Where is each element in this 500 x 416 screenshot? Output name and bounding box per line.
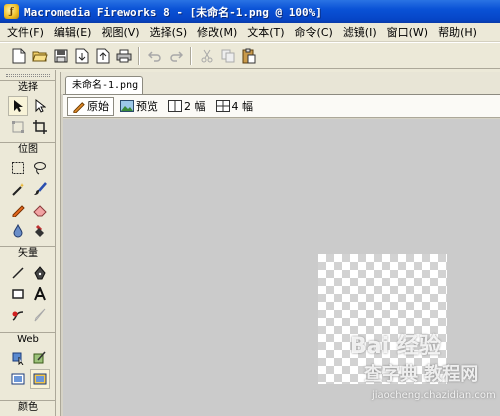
print-icon[interactable] (113, 45, 134, 66)
paste-icon[interactable] (238, 45, 259, 66)
blur-icon[interactable] (8, 221, 28, 241)
toolbar-separator (138, 46, 140, 65)
text-icon[interactable] (30, 284, 50, 304)
tools-section-colors: 颜色 (0, 400, 56, 415)
tools-section-bitmap: 位图 (0, 142, 56, 157)
import-icon[interactable] (71, 45, 92, 66)
view-2up-label: 2 幅 (184, 100, 206, 113)
view-preview-label: 预览 (136, 100, 158, 113)
open-folder-icon[interactable] (29, 45, 50, 66)
pencil-icon (73, 101, 85, 113)
menu-help[interactable]: 帮助(H) (433, 24, 482, 41)
section-title-vector: 矢量 (18, 248, 38, 259)
view-original-label: 原始 (87, 100, 109, 113)
scale-icon[interactable] (8, 117, 28, 137)
preview-image-icon (120, 100, 134, 112)
panel-grip[interactable] (6, 74, 50, 77)
pointer-icon[interactable] (8, 96, 28, 116)
copy-icon[interactable] (217, 45, 238, 66)
new-document-icon[interactable] (8, 45, 29, 66)
section-title-colors: 颜色 (18, 402, 38, 413)
redo-icon[interactable] (165, 45, 186, 66)
document-window: 未命名-1.png 原始 预览 2 幅 4 幅 (60, 72, 500, 416)
section-title-select: 选择 (18, 82, 38, 93)
view-4up-label: 4 幅 (231, 100, 254, 113)
tools-section-select: 选择 (0, 80, 56, 95)
main-toolbar (0, 42, 500, 69)
brush-icon[interactable] (30, 179, 50, 199)
section-title-web: Web (17, 334, 39, 345)
menu-modify[interactable]: 修改(M) (192, 24, 242, 41)
menu-commands[interactable]: 命令(C) (290, 24, 338, 41)
freeform-icon[interactable] (8, 305, 28, 325)
eraser-icon[interactable] (30, 200, 50, 220)
menu-edit[interactable]: 编辑(E) (49, 24, 97, 41)
pencil-icon[interactable] (8, 200, 28, 220)
fireworks-icon: ƒ (4, 4, 19, 19)
menu-text[interactable]: 文本(T) (242, 24, 289, 41)
view-2up-button[interactable]: 2 幅 (164, 97, 210, 116)
slice-icon[interactable] (30, 348, 50, 368)
hotspot-icon[interactable] (8, 348, 28, 368)
lasso-icon[interactable] (30, 158, 50, 178)
magic-wand-icon[interactable] (8, 179, 28, 199)
view-bar: 原始 预览 2 幅 4 幅 (63, 94, 500, 118)
menu-filters[interactable]: 滤镜(I) (338, 24, 382, 41)
undo-icon[interactable] (144, 45, 165, 66)
knife-icon[interactable] (30, 305, 50, 325)
cut-icon[interactable] (196, 45, 217, 66)
menu-bar: 文件(F) 编辑(E) 视图(V) 选择(S) 修改(M) 文本(T) 命令(C… (0, 23, 500, 42)
view-4up-button[interactable]: 4 幅 (212, 97, 258, 116)
export-icon[interactable] (92, 45, 113, 66)
transparent-canvas[interactable] (318, 254, 447, 384)
toolbar-separator (190, 46, 192, 65)
canvas-area[interactable] (63, 119, 500, 416)
two-up-icon (168, 100, 182, 112)
view-preview-button[interactable]: 预览 (116, 97, 162, 116)
save-icon[interactable] (50, 45, 71, 66)
section-title-bitmap: 位图 (18, 144, 38, 155)
line-icon[interactable] (8, 263, 28, 283)
rubber-stamp-icon[interactable] (30, 221, 50, 241)
menu-file[interactable]: 文件(F) (2, 24, 49, 41)
subselection-icon[interactable] (30, 96, 50, 116)
view-original-button[interactable]: 原始 (67, 96, 114, 116)
tools-panel: 选择 位图 矢量 Web 颜色 (0, 70, 56, 416)
rectangle-icon[interactable] (8, 284, 28, 304)
crop-icon[interactable] (30, 117, 50, 137)
menu-select[interactable]: 选择(S) (145, 24, 193, 41)
document-tabs: 未命名-1.png (61, 72, 500, 95)
four-up-icon (215, 100, 230, 112)
tools-section-web: Web (0, 332, 56, 347)
menu-view[interactable]: 视图(V) (96, 24, 144, 41)
window-title: Macromedia Fireworks 8 - [未命名-1.png @ 10… (24, 5, 322, 19)
title-bar: ƒ Macromedia Fireworks 8 - [未命名-1.png @ … (0, 0, 500, 23)
tools-section-vector: 矢量 (0, 246, 56, 261)
pen-icon[interactable] (30, 263, 50, 283)
document-tab[interactable]: 未命名-1.png (65, 76, 143, 95)
marquee-icon[interactable] (8, 158, 28, 178)
hide-slices-icon[interactable] (8, 369, 28, 389)
menu-window[interactable]: 窗口(W) (382, 24, 433, 41)
show-slices-icon[interactable] (30, 369, 50, 389)
